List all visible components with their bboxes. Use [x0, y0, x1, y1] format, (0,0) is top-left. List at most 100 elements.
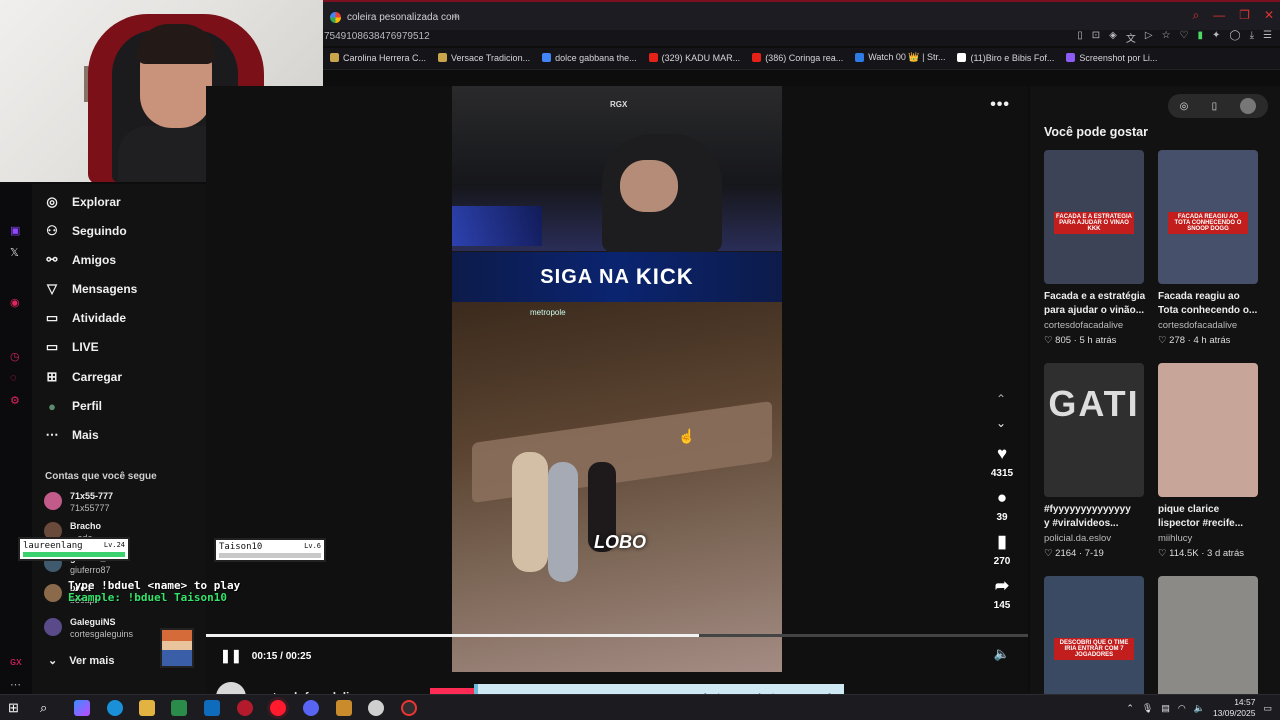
- chevron-up-icon[interactable]: ⌃: [996, 392, 1006, 406]
- recommended-video[interactable]: [1158, 576, 1264, 710]
- opera-gx-icon[interactable]: [270, 700, 286, 716]
- chat-icon[interactable]: ◌: [10, 372, 17, 384]
- search-icon[interactable]: ⌕: [40, 700, 56, 716]
- video-thumbnail[interactable]: FACADA REAGIU AO TOTA CONHECENDO O SNOOP…: [1158, 150, 1258, 284]
- sidebar-item-explorar[interactable]: ◎ Explorar: [44, 194, 120, 210]
- recommended-video[interactable]: DESCOBRI QUE O TIME IRIA ENTRAR COM 7 JO…: [1044, 576, 1150, 710]
- video-thumbnail[interactable]: DESCOBRI QUE O TIME IRIA ENTRAR COM 7 JO…: [1044, 576, 1144, 710]
- download-icon[interactable]: ⤓: [1250, 30, 1254, 45]
- more-options-icon[interactable]: •••: [990, 96, 1010, 114]
- volume-icon[interactable]: 🔈: [994, 646, 1010, 662]
- profile-icon[interactable]: ◯: [1229, 30, 1240, 45]
- recommended-video[interactable]: pique clarice lispector #recife... miihluc…: [1158, 363, 1264, 559]
- battery-icon[interactable]: ▮: [1198, 30, 1204, 45]
- gx-icon[interactable]: ɢx: [10, 656, 22, 668]
- pause-icon[interactable]: ❚❚: [220, 648, 242, 664]
- app-icon[interactable]: [368, 700, 384, 716]
- menu-icon[interactable]: ☰: [1263, 30, 1272, 45]
- chevron-down-icon[interactable]: ⌄: [996, 416, 1006, 430]
- folder-icon[interactable]: [139, 700, 155, 716]
- speaker-icon[interactable]: 🔈: [1194, 703, 1205, 714]
- network-icon[interactable]: ▤: [1161, 703, 1170, 714]
- screenshot-icon[interactable]: ⊡: [1092, 30, 1100, 45]
- recommended-video[interactable]: FACADA E A ESTRATEGIA PARA AJUDAR O VINA…: [1044, 150, 1150, 346]
- followed-account[interactable]: GaleguiNS cortesgaleguins: [44, 616, 133, 640]
- copilot-icon[interactable]: [74, 700, 90, 716]
- app-icon[interactable]: [336, 700, 352, 716]
- bookmark-item[interactable]: dolce gabbana the...: [542, 52, 637, 63]
- channel-name[interactable]: cortesdofacadalive: [1158, 320, 1264, 331]
- chevron-up-icon[interactable]: ⌃: [1126, 703, 1134, 714]
- sidebar-item-mais[interactable]: ⋯ Mais: [44, 427, 99, 443]
- heart-outline-icon[interactable]: ♡: [1180, 30, 1189, 45]
- comment-button[interactable]: ● 39: [978, 488, 1026, 523]
- bookmark-item[interactable]: (329) KADU MAR...: [648, 52, 740, 63]
- shield-icon[interactable]: ◈: [1109, 30, 1117, 45]
- search-icon[interactable]: ⌕: [1192, 8, 1199, 23]
- browser-tab[interactable]: coleira pesonalizada com: [324, 5, 470, 29]
- bookmark-favicon-icon: [648, 53, 658, 62]
- video-player[interactable]: RGX SIGA NA KICK metropole LOBO: [452, 86, 782, 672]
- followed-account[interactable]: 71x55-777 71x55777: [44, 490, 113, 514]
- recommended-video[interactable]: FACADA REAGIU AO TOTA CONHECENDO O SNOOP…: [1158, 150, 1264, 346]
- video-thumbnail[interactable]: [1158, 363, 1258, 497]
- video-thumbnail[interactable]: FACADA E A ESTRATEGIA PARA AJUDAR O VINA…: [1044, 150, 1144, 284]
- see-more-button[interactable]: ⌄ Ver mais: [48, 654, 114, 668]
- new-tab-icon[interactable]: +: [452, 9, 460, 24]
- clock-icon[interactable]: ◷: [10, 350, 20, 363]
- bookmark-button[interactable]: ▮ 270: [978, 532, 1026, 567]
- game-app-icon[interactable]: [237, 700, 253, 716]
- bookmark-item[interactable]: (11)Biro e Bibis Fof...: [957, 52, 1054, 63]
- user-avatar[interactable]: [1240, 98, 1257, 114]
- twitch-icon[interactable]: ▣: [10, 224, 20, 237]
- thumbnail-text: DESCOBRI QUE O TIME IRIA ENTRAR COM 7 JO…: [1054, 638, 1134, 660]
- bookmark-icon[interactable]: ▯: [1077, 30, 1083, 45]
- phone-icon[interactable]: ▯: [1212, 101, 1218, 112]
- progress-bar[interactable]: [206, 634, 1028, 637]
- mic-icon[interactable]: 🎙: [1142, 703, 1153, 714]
- edge-icon[interactable]: [107, 700, 123, 716]
- bookmark-item[interactable]: (386) Coringa rea...: [752, 52, 843, 63]
- sidebar-item-carregar[interactable]: ⊞ Carregar: [44, 369, 122, 385]
- more-icon[interactable]: ⋯: [10, 678, 21, 691]
- wifi-icon[interactable]: ◠: [1178, 703, 1186, 714]
- channel-name[interactable]: policial.da.eslov: [1044, 533, 1150, 544]
- bookmark-item[interactable]: Screenshot por Li...: [1066, 52, 1157, 63]
- obs-icon[interactable]: [401, 700, 417, 716]
- extensions-icon[interactable]: ✦: [1212, 30, 1220, 45]
- sidebar-item-perfil[interactable]: ● Perfil: [44, 398, 102, 414]
- bookmark-item[interactable]: Watch 00 👑 | Str...: [855, 52, 945, 63]
- bookmark-favicon-icon: [330, 53, 339, 62]
- recommended-video[interactable]: GATI #fyyyyyyyyyyyyyy y #viralvideos... pol…: [1044, 363, 1150, 559]
- settings-icon[interactable]: ⚙: [10, 394, 20, 407]
- compass-icon[interactable]: ◎: [1180, 101, 1189, 112]
- maximize-icon[interactable]: ❐: [1239, 8, 1250, 23]
- clock[interactable]: 14:57 13/09/2025: [1213, 697, 1256, 719]
- store-icon[interactable]: [171, 700, 187, 716]
- record-icon[interactable]: ◉: [10, 296, 20, 309]
- sidebar-item-seguindo[interactable]: ⚇ Seguindo: [44, 223, 127, 239]
- windows-start-icon[interactable]: ⊞: [8, 700, 24, 716]
- minimize-icon[interactable]: —: [1213, 8, 1225, 23]
- bookmark-item[interactable]: Versace Tradicion...: [438, 52, 530, 63]
- sidebar-item-amigos[interactable]: ⚯ Amigos: [44, 252, 116, 268]
- bookmark-item[interactable]: Carolina Herrera C...: [330, 52, 426, 63]
- translate-icon[interactable]: 文: [1126, 30, 1136, 45]
- sidebar-item-atividade[interactable]: ▭ Atividade: [44, 310, 126, 326]
- video-thumbnail[interactable]: GATI: [1044, 363, 1144, 497]
- sidebar-item-mensagens[interactable]: ▽ Mensagens: [44, 281, 137, 297]
- channel-name[interactable]: miihlucy: [1158, 533, 1264, 544]
- notifications-icon[interactable]: ▭: [1263, 703, 1272, 714]
- play-icon[interactable]: ▷: [1145, 30, 1153, 45]
- share-button[interactable]: ➦ 145: [978, 576, 1026, 611]
- star-icon[interactable]: ☆: [1162, 30, 1171, 45]
- channel-name[interactable]: cortesdofacadalive: [1044, 320, 1150, 331]
- outlook-icon[interactable]: [204, 700, 220, 716]
- x-icon[interactable]: 𝕏: [10, 246, 19, 259]
- url-field[interactable]: 7549108638476979512: [324, 31, 430, 42]
- close-icon[interactable]: ✕: [1264, 8, 1274, 23]
- heart-button[interactable]: ♥ 4315: [978, 444, 1026, 479]
- video-thumbnail[interactable]: [1158, 576, 1258, 710]
- sidebar-item-live[interactable]: ▭ LIVE: [44, 339, 99, 355]
- discord-icon[interactable]: [303, 700, 319, 716]
